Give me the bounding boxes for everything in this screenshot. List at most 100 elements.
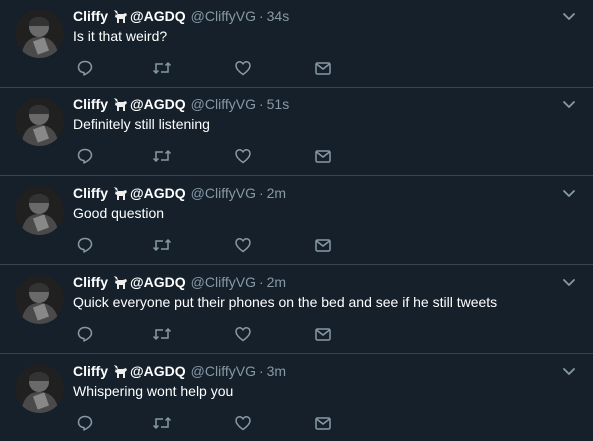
display-name[interactable]: Cliffy @AGDQ [73,363,186,379]
like-button[interactable] [233,58,253,78]
avatar[interactable] [15,9,64,58]
separator-dot: · [258,8,264,24]
timestamp[interactable]: 2m [267,185,286,201]
separator-dot: · [258,185,264,201]
display-name-suffix: @AGDQ [130,185,186,201]
display-name-text: Cliffy [73,96,108,112]
share-button[interactable] [313,146,333,166]
tweet-actions [75,146,345,166]
reply-button[interactable] [75,235,95,255]
retweet-button[interactable] [152,58,172,78]
avatar[interactable] [15,97,64,146]
chevron-down-icon[interactable] [561,274,577,290]
separator-dot: · [258,274,264,290]
like-button[interactable] [233,235,253,255]
tweet-actions [75,235,345,255]
avatar[interactable] [15,275,64,324]
chevron-down-icon[interactable] [561,185,577,201]
chevron-down-icon[interactable] [561,8,577,24]
user-handle[interactable]: @CliffyVG [191,274,256,290]
like-button[interactable] [233,413,253,433]
speech-bubble-icon [77,326,93,342]
heart-outline-icon [235,238,251,253]
display-name-text: Cliffy [73,8,108,24]
like-button[interactable] [233,146,253,166]
retweet-button[interactable] [152,235,172,255]
retweet-arrows-icon [152,327,172,341]
retweet-arrows-icon [152,61,172,75]
speech-bubble-icon [77,148,93,164]
display-name-suffix: @AGDQ [130,274,186,290]
tweet-actions [75,58,345,78]
goat-emoji-icon [112,96,129,112]
reply-button[interactable] [75,146,95,166]
timestamp[interactable]: 3m [267,363,286,379]
display-name[interactable]: Cliffy @AGDQ [73,185,186,201]
tweet-text: Whispering wont help you [73,383,234,399]
share-button[interactable] [313,324,333,344]
share-button[interactable] [313,413,333,433]
chevron-down-icon[interactable] [561,363,577,379]
goat-emoji-icon [112,363,129,379]
speech-bubble-icon [77,237,93,253]
separator-dot: · [258,363,264,379]
envelope-icon [315,239,331,252]
display-name[interactable]: Cliffy @AGDQ [73,96,186,112]
display-name-text: Cliffy [73,274,108,290]
display-name-suffix: @AGDQ [130,363,186,379]
retweet-arrows-icon [152,149,172,163]
share-button[interactable] [313,58,333,78]
heart-outline-icon [235,61,251,76]
display-name-suffix: @AGDQ [130,96,186,112]
envelope-icon [315,328,331,341]
retweet-button[interactable] [152,146,172,166]
speech-bubble-icon [77,415,93,431]
goat-emoji-icon [112,274,129,290]
chevron-down-icon[interactable] [561,96,577,112]
tweet-actions [75,324,345,344]
avatar[interactable] [15,186,64,235]
retweet-button[interactable] [152,413,172,433]
retweet-arrows-icon [152,416,172,430]
retweet-button[interactable] [152,324,172,344]
heart-outline-icon [235,416,251,431]
timestamp[interactable]: 51s [267,96,290,112]
envelope-icon [315,417,331,430]
heart-outline-icon [235,149,251,164]
timestamp[interactable]: 2m [267,274,286,290]
reply-button[interactable] [75,58,95,78]
tweet[interactable]: Cliffy @AGDQ @CliffyVG · 34s Is it that … [0,0,593,88]
heart-outline-icon [235,327,251,342]
share-button[interactable] [313,235,333,255]
display-name-suffix: @AGDQ [130,8,186,24]
display-name-text: Cliffy [73,185,108,201]
tweet[interactable]: Cliffy @AGDQ @CliffyVG · 51s Definitely … [0,88,593,176]
goat-emoji-icon [112,8,129,24]
like-button[interactable] [233,324,253,344]
user-handle[interactable]: @CliffyVG [191,8,256,24]
tweet[interactable]: Cliffy @AGDQ @CliffyVG · 2m Quick everyo… [0,266,593,354]
user-handle[interactable]: @CliffyVG [191,363,256,379]
tweet-timeline: Cliffy @AGDQ @CliffyVG · 34s Is it that … [0,0,593,441]
display-name[interactable]: Cliffy @AGDQ [73,8,186,24]
retweet-arrows-icon [152,238,172,252]
envelope-icon [315,150,331,163]
goat-emoji-icon [112,185,129,201]
tweet[interactable]: Cliffy @AGDQ @CliffyVG · 3m Whispering w… [0,355,593,441]
speech-bubble-icon [77,60,93,76]
user-handle[interactable]: @CliffyVG [191,96,256,112]
tweet-text: Is it that weird? [73,28,168,44]
display-name[interactable]: Cliffy @AGDQ [73,274,186,290]
tweet-text: Quick everyone put their phones on the b… [73,294,498,310]
separator-dot: · [258,96,264,112]
reply-button[interactable] [75,324,95,344]
timestamp[interactable]: 34s [267,8,290,24]
tweet[interactable]: Cliffy @AGDQ @CliffyVG · 2m Good questio… [0,177,593,265]
tweet-text: Good question [73,205,165,221]
tweet-actions [75,413,345,433]
envelope-icon [315,62,331,75]
user-handle[interactable]: @CliffyVG [191,185,256,201]
tweet-text: Definitely still listening [73,116,210,132]
reply-button[interactable] [75,413,95,433]
avatar[interactable] [15,364,64,413]
